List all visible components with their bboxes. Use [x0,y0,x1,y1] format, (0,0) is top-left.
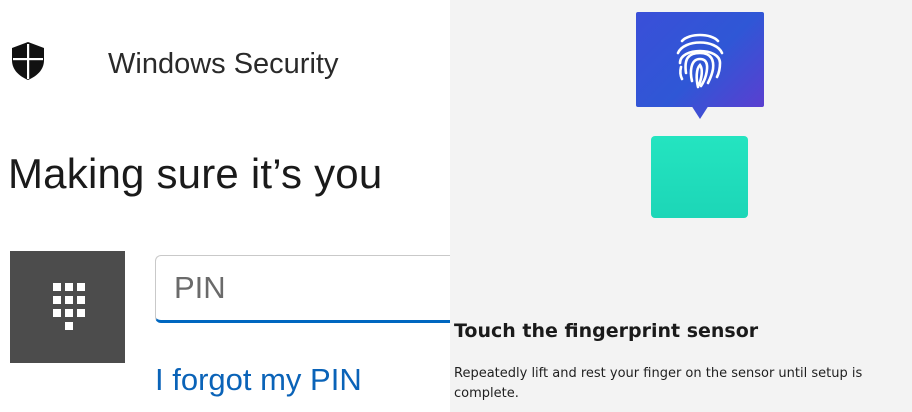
fingerprint-sensor [651,136,748,218]
fingerprint-bubble-pointer [691,105,709,119]
app-title: Windows Security [108,48,339,80]
fingerprint-setup-panel: Touch the fingerprint sensor Repeatedly … [450,0,912,412]
pin-input[interactable] [155,255,450,323]
shield-icon [10,41,46,81]
keypad-icon [10,251,125,363]
screenshot-root: Windows Security Making sure it’s you I … [0,0,912,412]
fingerprint-heading: Touch the fingerprint sensor [454,320,759,342]
windows-security-dialog: Windows Security Making sure it’s you I … [0,0,450,412]
forgot-pin-link[interactable]: I forgot my PIN [155,360,362,400]
fingerprint-bubble [636,12,764,107]
fingerprint-instructions: Repeatedly lift and rest your finger on … [454,366,863,401]
fingerprint-icon [676,33,724,89]
dialog-heading: Making sure it’s you [8,150,383,197]
